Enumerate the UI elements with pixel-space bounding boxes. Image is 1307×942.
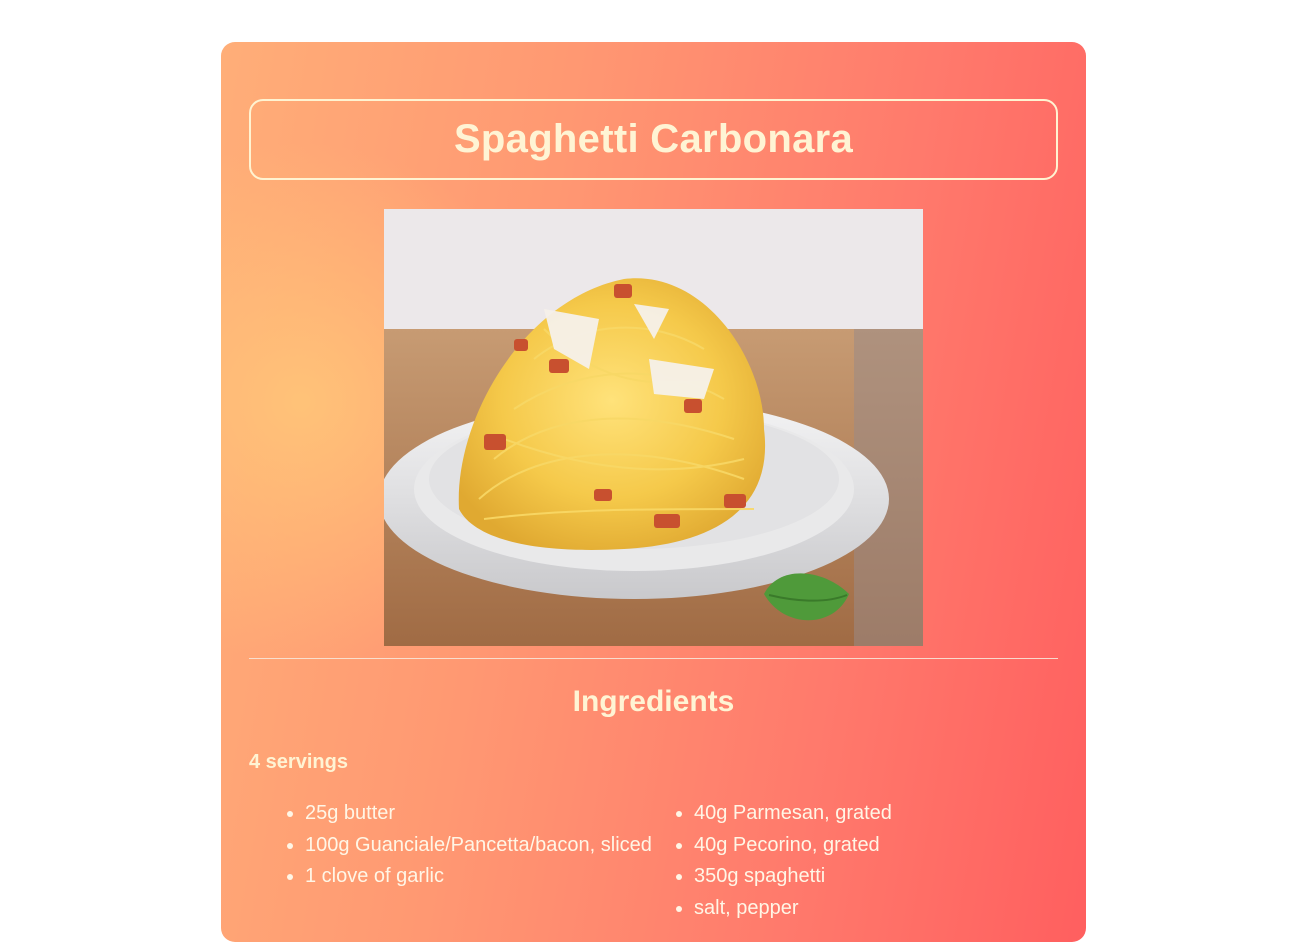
ingredient-item: 1 clove of garlic <box>305 863 665 889</box>
recipe-photo <box>384 209 923 646</box>
servings-label: 4 servings <box>249 751 348 773</box>
ingredient-item: salt, pepper <box>694 895 1054 921</box>
recipe-title: Spaghetti Carbonara <box>453 117 854 161</box>
ingredients-heading: Ingredients <box>572 685 735 718</box>
divider <box>249 658 1058 659</box>
ingredient-item: 100g Guanciale/Pancetta/bacon, sliced <box>305 832 665 858</box>
ingredient-item: 25g butter <box>305 800 665 826</box>
ingredients-list-left: 25g butter 100g Guanciale/Pancetta/bacon… <box>249 800 665 895</box>
ingredient-item: 350g spaghetti <box>694 863 1054 889</box>
ingredients-list-right: 40g Parmesan, grated 40g Pecorino, grate… <box>638 800 1054 926</box>
recipe-card: Spaghetti Carbonara Ingredients 4 servin… <box>221 42 1086 942</box>
title-box: Spaghetti Carbonara <box>249 99 1058 180</box>
ingredient-item: 40g Parmesan, grated <box>694 800 1054 826</box>
ingredient-item: 40g Pecorino, grated <box>694 832 1054 858</box>
